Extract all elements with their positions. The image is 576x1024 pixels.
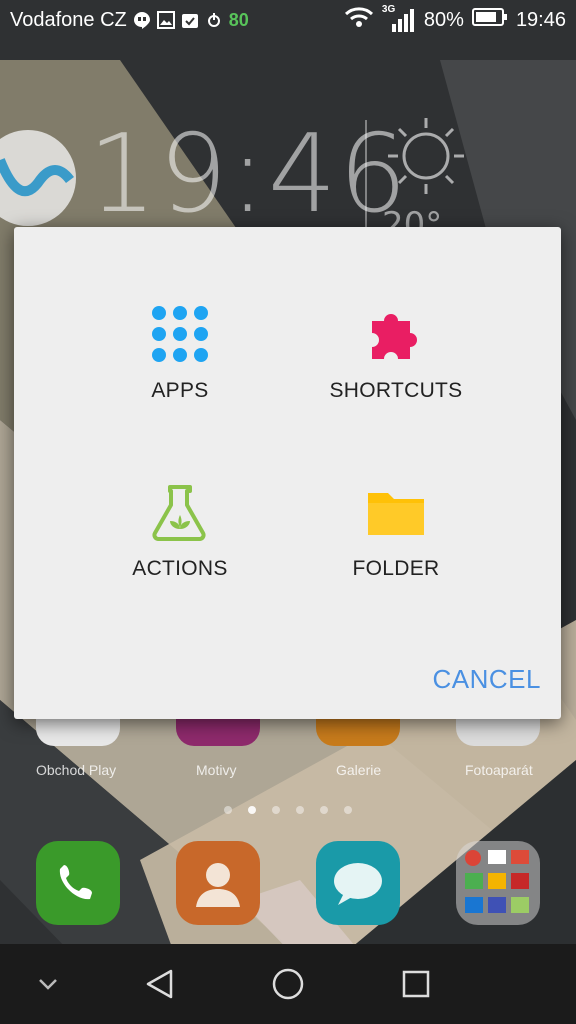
- gallery-icon: [156, 11, 175, 29]
- battery-percent: 80%: [423, 8, 464, 31]
- actions-option[interactable]: ACTIONS: [70, 483, 290, 581]
- carrier-name: Vodafone CZ: [10, 8, 127, 31]
- signal-icon: 3G: [382, 4, 416, 33]
- app-label: Motivy: [196, 762, 237, 778]
- page-dot: [344, 806, 352, 814]
- recents-icon[interactable]: [394, 944, 438, 1024]
- clock-widget-time: 19:46: [88, 112, 410, 237]
- sun-icon: [386, 116, 466, 201]
- page-dot-active: [248, 806, 256, 814]
- apps-grid-icon: [152, 306, 208, 362]
- wifi-icon: [344, 6, 374, 34]
- clock-divider: [365, 120, 367, 230]
- page-indicator: [224, 806, 352, 814]
- folder-apps-icon[interactable]: [456, 841, 540, 925]
- actions-label: ACTIONS: [132, 557, 228, 580]
- shortcuts-label: SHORTCUTS: [329, 379, 463, 402]
- notification-badge: 80: [228, 9, 249, 30]
- navigation-bar: [0, 944, 576, 1024]
- page-dot: [272, 806, 280, 814]
- shortcuts-option[interactable]: SHORTCUTS: [286, 305, 506, 403]
- app-label: Galerie: [336, 762, 382, 778]
- chevron-down-icon[interactable]: [28, 944, 68, 1024]
- app-label: Obchod Play: [36, 762, 117, 778]
- contacts-icon[interactable]: [176, 841, 260, 925]
- battery-icon: [471, 7, 508, 33]
- folder-label: FOLDER: [352, 557, 440, 580]
- home-icon[interactable]: [266, 944, 310, 1024]
- hangouts-icon: [133, 11, 151, 29]
- add-item-dialog: APPS SHORTCUTS ACTIONS FOLDER CANCEL: [14, 227, 561, 719]
- back-icon[interactable]: [138, 944, 182, 1024]
- power-icon: [205, 11, 223, 29]
- page-dot: [320, 806, 328, 814]
- apps-label: APPS: [151, 379, 209, 402]
- page-dot: [224, 806, 232, 814]
- folder-option[interactable]: FOLDER: [286, 483, 506, 581]
- app-logo-partial: [0, 130, 76, 226]
- app-label: Fotoaparát: [465, 762, 533, 778]
- messages-icon[interactable]: [316, 841, 400, 925]
- flask-icon: [152, 485, 206, 541]
- cancel-button[interactable]: CANCEL: [433, 664, 541, 695]
- status-time: 19:46: [515, 8, 566, 31]
- folder-icon: [368, 493, 424, 535]
- page-dot: [296, 806, 304, 814]
- clipboard-check-icon: [181, 11, 199, 29]
- puzzle-piece-icon: [372, 314, 417, 359]
- status-bar: Vodafone CZ 80 3G 80% 19:46: [0, 0, 576, 40]
- apps-option[interactable]: APPS: [70, 305, 290, 403]
- phone-icon[interactable]: [36, 841, 120, 925]
